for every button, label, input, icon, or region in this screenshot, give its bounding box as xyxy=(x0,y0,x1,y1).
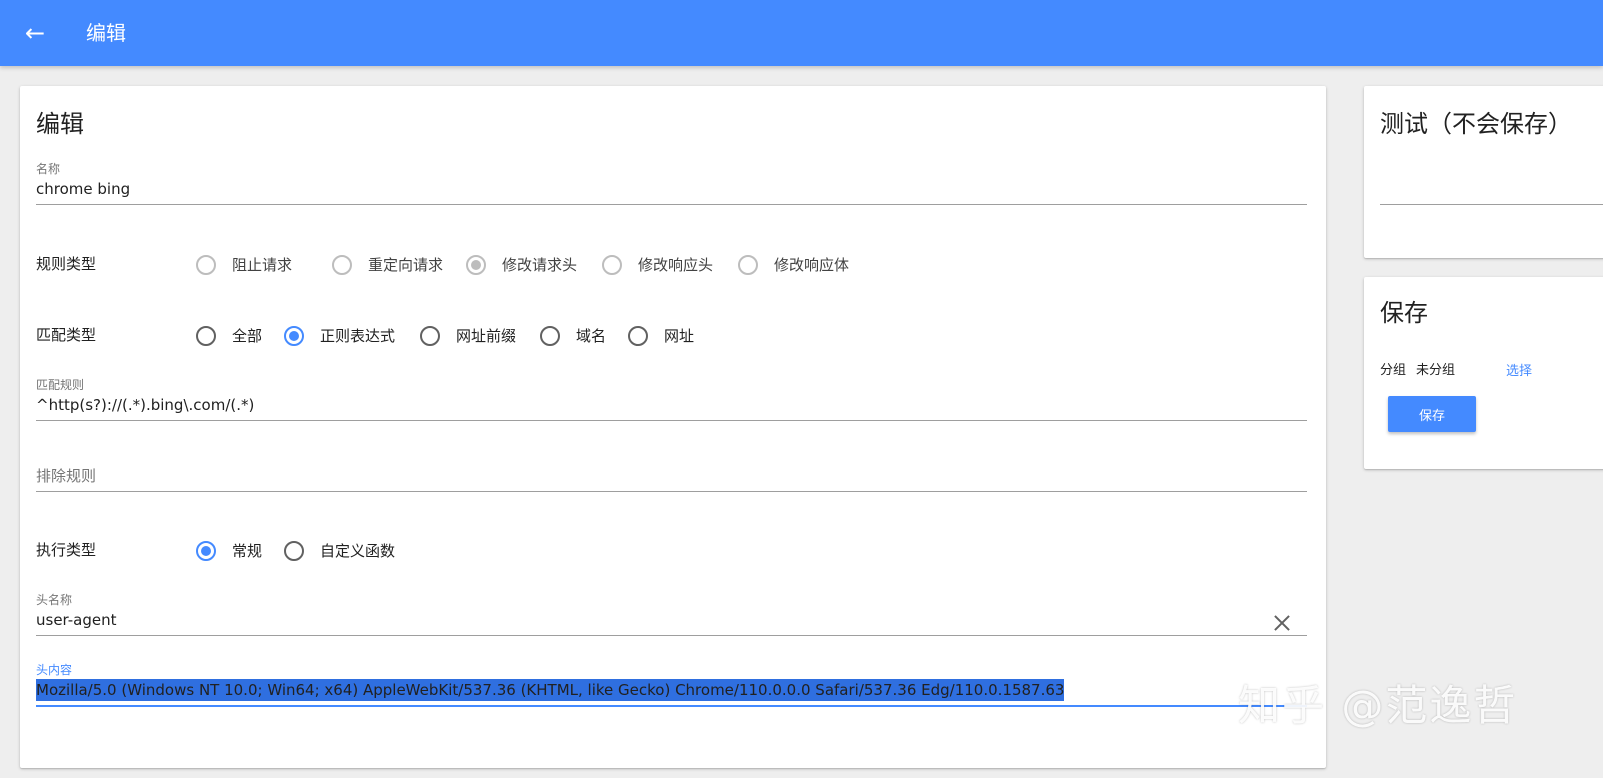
group-label: 分组 xyxy=(1380,363,1407,378)
radio-circle-icon xyxy=(738,255,758,275)
clear-icon[interactable] xyxy=(1271,612,1293,634)
radio-checked-icon xyxy=(466,255,486,275)
rule-type-option-modify-response-header[interactable]: 修改响应头 xyxy=(602,254,713,276)
name-field[interactable]: 名称 chrome bing xyxy=(36,160,1307,205)
header-content-field[interactable]: 头内容 Mozilla/5.0 (Windows NT 10.0; Win64;… xyxy=(36,661,1307,707)
exclude-rule-input[interactable]: 排除规则 xyxy=(36,466,96,486)
app-bar: ← 编辑 xyxy=(0,0,1603,66)
radio-circle-icon xyxy=(628,326,648,346)
rule-type-option-redirect[interactable]: 重定向请求 xyxy=(332,254,443,276)
exec-type-option-label: 常规 xyxy=(232,542,263,560)
edit-card-title: 编辑 xyxy=(36,110,84,138)
match-rule-label: 匹配规则 xyxy=(36,378,85,392)
radio-circle-icon xyxy=(196,326,216,346)
radio-circle-icon xyxy=(602,255,622,275)
header-content-label: 头内容 xyxy=(36,663,73,677)
match-type-option-label: 网址前缀 xyxy=(456,327,517,345)
save-button[interactable]: 保存 xyxy=(1388,396,1476,432)
rule-type-option-modify-response-body[interactable]: 修改响应体 xyxy=(738,254,849,276)
rule-type-label: 规则类型 xyxy=(36,255,97,273)
radio-circle-icon xyxy=(420,326,440,346)
save-card-title: 保存 xyxy=(1380,299,1428,327)
radio-circle-icon xyxy=(332,255,352,275)
match-type-label: 匹配类型 xyxy=(36,326,97,344)
exec-type-option-normal[interactable]: 常规 xyxy=(196,540,262,562)
test-input[interactable] xyxy=(1380,204,1603,205)
back-arrow-icon[interactable]: ← xyxy=(20,18,50,48)
rule-type-option-label: 修改响应体 xyxy=(774,256,850,274)
match-type-option-all[interactable]: 全部 xyxy=(196,325,262,347)
header-name-label: 头名称 xyxy=(36,593,73,607)
exclude-rule-field[interactable]: 排除规则 xyxy=(36,456,1307,492)
radio-circle-icon xyxy=(540,326,560,346)
rule-type-option-block[interactable]: 阻止请求 xyxy=(196,254,292,276)
name-input[interactable]: chrome bing xyxy=(36,179,130,199)
rule-type-option-label: 阻止请求 xyxy=(232,256,293,274)
rule-type-option-label: 重定向请求 xyxy=(368,256,444,274)
match-rule-input[interactable]: ^http(s?)://(.*).bing\.com/(.*) xyxy=(36,395,254,415)
match-type-option-url[interactable]: 网址 xyxy=(628,325,694,347)
match-type-row: 匹配类型 全部 正则表达式 网址前缀 域名 网址 xyxy=(36,321,1307,349)
match-type-option-label: 域名 xyxy=(576,327,607,345)
watermark: 知乎 @范逸哲 xyxy=(1238,681,1518,730)
match-type-option-regex[interactable]: 正则表达式 xyxy=(284,325,395,347)
app-bar-title: 编辑 xyxy=(86,21,126,45)
match-type-option-domain[interactable]: 域名 xyxy=(540,325,606,347)
rule-type-option-label: 修改请求头 xyxy=(502,256,578,274)
match-type-option-label: 全部 xyxy=(232,327,263,345)
exec-type-row: 执行类型 常规 自定义函数 xyxy=(36,536,1307,564)
edit-card: 编辑 名称 chrome bing 规则类型 阻止请求 重定向请求 修改请求头 … xyxy=(20,86,1326,768)
rule-type-row: 规则类型 阻止请求 重定向请求 修改请求头 修改响应头 修改响应体 xyxy=(36,250,1307,278)
header-content-input[interactable]: Mozilla/5.0 (Windows NT 10.0; Win64; x64… xyxy=(36,679,1065,701)
choose-group-link[interactable]: 选择 xyxy=(1506,360,1532,379)
radio-checked-icon xyxy=(196,541,216,561)
test-card: 测试（不会保存） xyxy=(1364,86,1603,258)
save-card: 保存 分组 未分组 选择 保存 xyxy=(1364,277,1603,469)
test-card-title: 测试（不会保存） xyxy=(1380,110,1572,138)
rule-type-option-label: 修改响应头 xyxy=(638,256,714,274)
radio-circle-icon xyxy=(196,255,216,275)
match-type-option-label: 网址 xyxy=(664,327,695,345)
radio-checked-icon xyxy=(284,326,304,346)
header-name-field[interactable]: 头名称 user-agent xyxy=(36,591,1307,636)
radio-circle-icon xyxy=(284,541,304,561)
exec-type-option-custom-function[interactable]: 自定义函数 xyxy=(284,540,395,562)
match-type-option-label: 正则表达式 xyxy=(320,327,396,345)
exec-type-option-label: 自定义函数 xyxy=(320,542,396,560)
rule-type-option-modify-request-header[interactable]: 修改请求头 xyxy=(466,254,577,276)
group-value: 未分组 xyxy=(1416,363,1456,378)
name-field-label: 名称 xyxy=(36,162,61,176)
match-type-option-url-prefix[interactable]: 网址前缀 xyxy=(420,325,516,347)
match-rule-field[interactable]: 匹配规则 ^http(s?)://(.*).bing\.com/(.*) xyxy=(36,376,1307,421)
exec-type-label: 执行类型 xyxy=(36,541,97,559)
header-name-input[interactable]: user-agent xyxy=(36,610,117,630)
